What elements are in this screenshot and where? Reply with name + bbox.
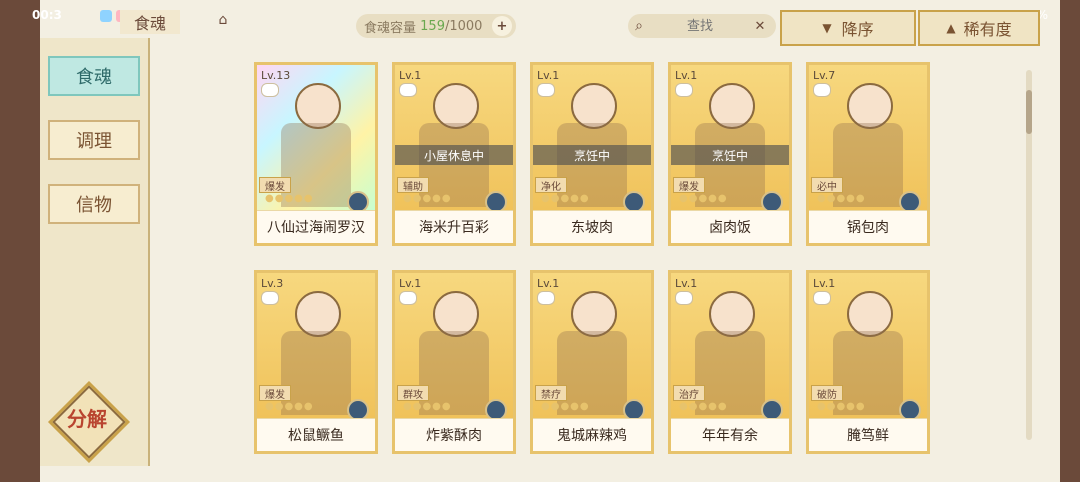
capacity-label: 食魂容量 [364, 20, 417, 36]
role-badge: 群攻 [397, 385, 429, 401]
role-badge: 爆发 [673, 177, 705, 193]
scrollbar[interactable] [1026, 70, 1032, 440]
app-icon [100, 10, 112, 22]
card-status: 烹饪中 [533, 145, 651, 165]
level-label: Lv.1 [813, 277, 836, 290]
card-name: 腌笃鲜 [809, 418, 927, 451]
lock-toggle[interactable] [537, 83, 555, 97]
food-soul-card[interactable]: Lv.1 治疗 ●●●●● 年年有余 [668, 270, 792, 454]
role-badge: 爆发 [259, 385, 291, 401]
level-label: Lv.1 [675, 277, 698, 290]
food-soul-card[interactable]: Lv.1 小屋休息中 辅助 ●●●●● 海米升百彩 [392, 62, 516, 246]
sort-button[interactable]: ▼ 降序 [780, 10, 916, 46]
right-frame [1060, 0, 1080, 482]
level-label: Lv.1 [537, 277, 560, 290]
level-label: Lv.1 [399, 69, 422, 82]
role-badge: 必中 [811, 177, 843, 193]
card-name: 年年有余 [671, 418, 789, 451]
level-label: Lv.1 [537, 69, 560, 82]
page-title: 食魂 [120, 10, 180, 34]
star-rating: ●●●●● [541, 193, 590, 204]
card-grid: Lv.13 爆发 ●●●●● 八仙过海闹罗汉 Lv.1 小屋休息中 辅助 ●●●… [254, 62, 954, 462]
search-icon: ⌕ [635, 18, 643, 34]
star-rating: ●●●●● [403, 193, 452, 204]
chevron-down-icon: ▼ [822, 21, 832, 35]
level-label: Lv.13 [261, 69, 291, 82]
lock-toggle[interactable] [675, 291, 693, 305]
star-rating: ●●●●● [679, 401, 728, 412]
sort-label: 降序 [841, 20, 874, 39]
food-soul-card[interactable]: Lv.3 爆发 ●●●●● 松鼠鳜鱼 [254, 270, 378, 454]
tab-label: 食魂 [76, 67, 112, 88]
food-soul-card[interactable]: Lv.1 烹饪中 净化 ●●●●● 东坡肉 [530, 62, 654, 246]
level-label: Lv.1 [675, 69, 698, 82]
card-name: 锅包肉 [809, 210, 927, 243]
top-bar: 食魂 ⌂ 食魂容量 159 /1000 + ⌕ ✕ ▼ 降序 ▲ 稀有度 [120, 10, 1040, 46]
role-badge: 禁疗 [535, 385, 567, 401]
scrollbar-thumb[interactable] [1026, 90, 1032, 134]
role-badge: 治疗 [673, 385, 705, 401]
card-name: 鬼城麻辣鸡 [533, 418, 651, 451]
capacity-max: /1000 [444, 18, 483, 34]
level-label: Lv.3 [261, 277, 284, 290]
level-label: Lv.7 [813, 69, 836, 82]
capacity-current: 159 [420, 18, 445, 34]
food-soul-card[interactable]: Lv.1 破防 ●●●●● 腌笃鲜 [806, 270, 930, 454]
rarity-button[interactable]: ▲ 稀有度 [918, 10, 1040, 46]
tab-label: 调理 [76, 131, 112, 152]
decompose-button[interactable]: 分解 [47, 380, 131, 464]
role-badge: 破防 [811, 385, 843, 401]
lock-toggle[interactable] [537, 291, 555, 305]
level-label: Lv.1 [399, 277, 422, 290]
home-icon[interactable]: ⌂ [212, 12, 234, 30]
lock-toggle[interactable] [261, 83, 279, 97]
close-icon[interactable]: ✕ [750, 19, 770, 34]
card-name: 卤肉饭 [671, 210, 789, 243]
star-rating: ●●●●● [679, 193, 728, 204]
card-name: 东坡肉 [533, 210, 651, 243]
search-input[interactable] [650, 17, 750, 35]
lock-toggle[interactable] [399, 83, 417, 97]
lock-toggle[interactable] [261, 291, 279, 305]
left-frame [0, 0, 40, 482]
lock-toggle[interactable] [813, 291, 831, 305]
decompose-label: 分解 [67, 407, 107, 431]
star-rating: ●●●●● [265, 401, 314, 412]
star-rating: ●●●●● [403, 401, 452, 412]
role-badge: 辅助 [397, 177, 429, 193]
role-badge: 爆发 [259, 177, 291, 193]
search-bar[interactable]: ⌕ ✕ [628, 14, 776, 38]
card-status: 小屋休息中 [395, 145, 513, 165]
filter-icon: ▲ [946, 21, 956, 35]
food-soul-card[interactable]: Lv.13 爆发 ●●●●● 八仙过海闹罗汉 [254, 62, 378, 246]
star-rating: ●●●●● [817, 193, 866, 204]
lock-toggle[interactable] [813, 83, 831, 97]
star-rating: ●●●●● [265, 193, 314, 204]
tab-food-soul[interactable]: 食魂 [48, 56, 140, 96]
capacity-panel: 食魂容量 159 /1000 + [356, 14, 516, 38]
tab-label: 信物 [76, 195, 112, 216]
food-soul-card[interactable]: Lv.1 禁疗 ●●●●● 鬼城麻辣鸡 [530, 270, 654, 454]
card-name: 海米升百彩 [395, 210, 513, 243]
food-soul-card[interactable]: Lv.1 烹饪中 爆发 ●●●●● 卤肉饭 [668, 62, 792, 246]
food-soul-card[interactable]: Lv.1 群攻 ●●●●● 炸紫酥肉 [392, 270, 516, 454]
lock-toggle[interactable] [675, 83, 693, 97]
card-name: 炸紫酥肉 [395, 418, 513, 451]
role-badge: 净化 [535, 177, 567, 193]
card-name: 松鼠鳜鱼 [257, 418, 375, 451]
star-rating: ●●●●● [817, 401, 866, 412]
status-time: 00:3 [32, 8, 62, 22]
lock-toggle[interactable] [399, 291, 417, 305]
star-rating: ●●●●● [541, 401, 590, 412]
tab-items[interactable]: 信物 [48, 184, 140, 224]
rarity-label: 稀有度 [963, 20, 1012, 39]
card-name: 八仙过海闹罗汉 [257, 210, 375, 243]
add-capacity-button[interactable]: + [492, 16, 512, 36]
tab-recipe[interactable]: 调理 [48, 120, 140, 160]
card-status: 烹饪中 [671, 145, 789, 165]
food-soul-card[interactable]: Lv.7 必中 ●●●●● 锅包肉 [806, 62, 930, 246]
